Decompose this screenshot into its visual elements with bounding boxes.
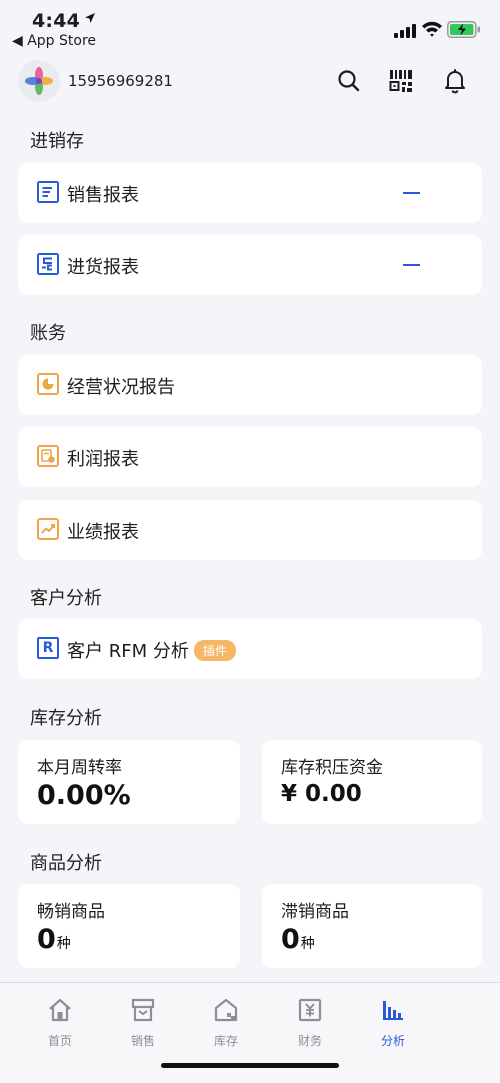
best-sellers-label: 畅销商品 <box>37 902 105 922</box>
cellular-signal-icon <box>394 24 416 38</box>
section-title-customer: 客户分析 <box>30 588 102 609</box>
slow-sellers-value-wrap: 0种 <box>281 924 315 955</box>
tab-analysis-label: 分析 <box>380 1034 405 1048</box>
purchase-report-label: 进货报表 <box>67 257 139 278</box>
avatar[interactable] <box>18 60 60 102</box>
sales-report-label: 销售报表 <box>67 185 139 206</box>
rfm-icon: R <box>37 637 59 659</box>
battery-charging-icon <box>447 21 480 38</box>
slow-sellers-card[interactable]: 滞销商品 0种 <box>262 884 482 968</box>
trend-icon <box>37 518 59 540</box>
plugin-badge: 插件 <box>193 640 236 661</box>
tab-inventory[interactable]: 库存 <box>191 997 261 1049</box>
slow-sellers-label: 滞销商品 <box>281 902 349 922</box>
qr-scan-icon[interactable] <box>388 68 414 94</box>
home-icon <box>49 998 71 1022</box>
tab-home-label: 首页 <box>47 1034 72 1048</box>
turnover-card[interactable]: 本月周转率 0.00% <box>18 740 240 824</box>
profit-report-label: 利润报表 <box>67 449 139 470</box>
customer-rfm-label-wrap: 客户 RFM 分析 插件 <box>67 637 236 663</box>
tab-sales-label: 销售 <box>130 1034 155 1048</box>
rfm-icon-letter: R <box>42 640 54 656</box>
app-header: 15956969281 <box>0 58 500 106</box>
warehouse-icon <box>214 998 238 1022</box>
profit-report-row[interactable]: 利润报表 <box>18 427 482 487</box>
overstock-label: 库存积压资金 <box>281 758 383 778</box>
customer-rfm-label: 客户 RFM 分析 <box>67 641 189 662</box>
tab-inventory-label: 库存 <box>213 1034 238 1048</box>
finance-icon <box>298 998 322 1022</box>
turnover-value: 0.00% <box>37 780 131 811</box>
tab-analysis[interactable]: 分析 <box>358 997 428 1049</box>
tab-sales[interactable]: 销售 <box>108 997 178 1049</box>
wifi-icon <box>422 21 442 37</box>
tab-home[interactable]: 首页 <box>25 997 95 1049</box>
purchase-report-row[interactable]: 进货报表 <box>18 235 482 295</box>
slow-sellers-value: 0 <box>281 924 300 955</box>
tab-finance[interactable]: 财务 <box>275 997 345 1049</box>
performance-report-label: 业绩报表 <box>67 522 139 543</box>
best-sellers-value-wrap: 0种 <box>37 924 71 955</box>
pie-chart-icon <box>37 373 59 395</box>
purchase-report-icon <box>37 253 59 275</box>
tab-finance-label: 财务 <box>297 1034 322 1048</box>
sales-report-icon <box>37 181 59 203</box>
sales-report-row[interactable]: 销售报表 <box>18 163 482 223</box>
search-icon[interactable] <box>336 68 362 94</box>
store-icon <box>131 998 155 1022</box>
overstock-value: ¥ 0.00 <box>281 781 362 807</box>
best-sellers-card[interactable]: 畅销商品 0种 <box>18 884 240 968</box>
analysis-icon <box>383 1001 403 1020</box>
best-sellers-value: 0 <box>37 924 56 955</box>
turnover-label: 本月周转率 <box>37 758 122 778</box>
home-indicator[interactable] <box>161 1063 339 1068</box>
account-phone[interactable]: 15956969281 <box>68 72 173 90</box>
best-sellers-unit: 种 <box>56 936 71 952</box>
profit-icon <box>37 445 59 467</box>
status-bar: 4:44 ◀ App Store <box>0 0 500 52</box>
collapse-icon[interactable] <box>403 264 420 266</box>
slow-sellers-unit: 种 <box>300 936 315 952</box>
business-status-report-row[interactable]: 经营状况报告 <box>18 355 482 415</box>
performance-report-row[interactable]: 业绩报表 <box>18 500 482 560</box>
overstock-card[interactable]: 库存积压资金 ¥ 0.00 <box>262 740 482 824</box>
back-to-app-store[interactable]: ◀ App Store <box>12 33 96 49</box>
customer-rfm-row[interactable]: R 客户 RFM 分析 插件 <box>18 619 482 679</box>
section-title-finance: 账务 <box>30 323 66 344</box>
section-title-stock: 库存分析 <box>30 708 102 729</box>
business-status-report-label: 经营状况报告 <box>67 377 175 398</box>
location-arrow-icon <box>85 13 95 23</box>
app-logo-icon <box>25 67 53 95</box>
status-time: 4:44 <box>32 10 81 32</box>
section-title-inventory: 进销存 <box>30 131 84 152</box>
collapse-icon[interactable] <box>403 192 420 194</box>
bell-icon[interactable] <box>442 68 468 94</box>
section-title-product: 商品分析 <box>30 853 102 874</box>
